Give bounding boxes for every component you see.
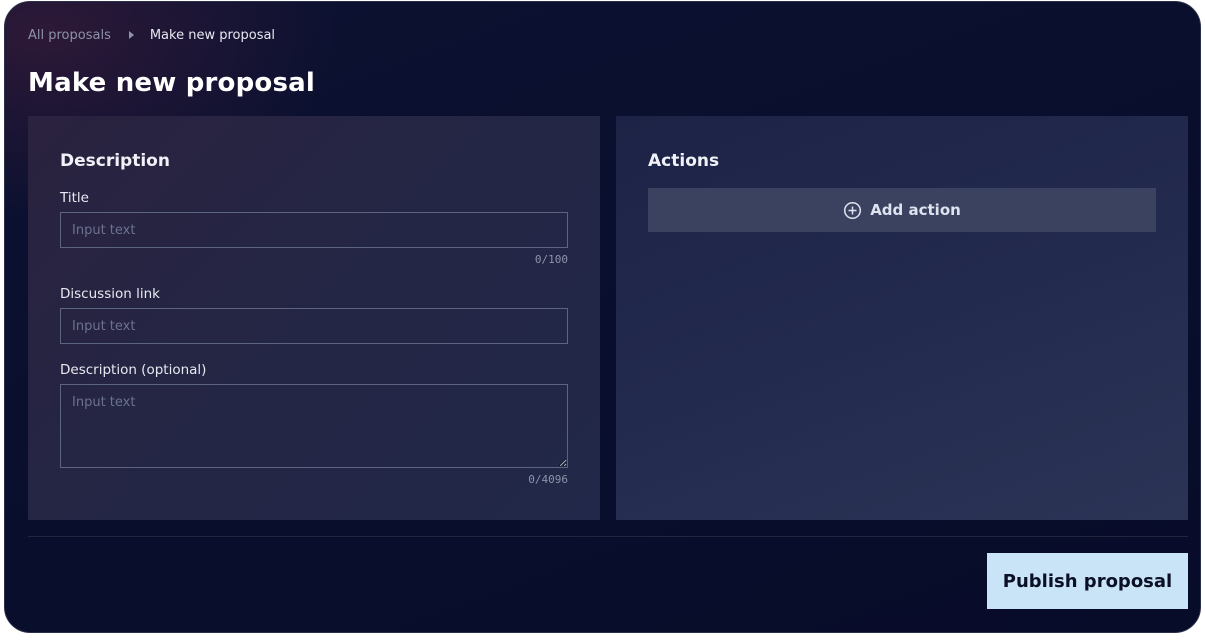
add-action-label: Add action <box>870 201 961 219</box>
publish-proposal-button[interactable]: Publish proposal <box>987 553 1188 609</box>
proposal-window: All proposals Make new proposal Make new… <box>4 1 1201 633</box>
actions-panel: Actions Add action <box>616 116 1188 520</box>
breadcrumb-current: Make new proposal <box>149 27 276 43</box>
discussion-link-label: Discussion link <box>60 286 160 302</box>
description-panel: Description Title 0/100 Discussion link … <box>28 116 600 520</box>
title-label: Title <box>60 190 89 206</box>
description-textarea[interactable] <box>60 384 568 468</box>
description-heading: Description <box>60 151 170 171</box>
title-input[interactable] <box>60 212 568 248</box>
add-action-button[interactable]: Add action <box>648 188 1156 232</box>
description-char-counter: 0/4096 <box>528 473 568 486</box>
breadcrumb: All proposals Make new proposal <box>28 26 275 44</box>
description-label: Description (optional) <box>60 362 207 378</box>
footer-divider <box>28 536 1188 537</box>
discussion-link-input[interactable] <box>60 308 568 344</box>
title-char-counter: 0/100 <box>534 253 568 266</box>
caret-right-icon <box>128 31 134 39</box>
actions-heading: Actions <box>648 151 720 171</box>
breadcrumb-all-proposals-link[interactable]: All proposals <box>28 28 111 43</box>
plus-circle-icon <box>844 201 862 219</box>
page-title: Make new proposal <box>28 68 316 98</box>
